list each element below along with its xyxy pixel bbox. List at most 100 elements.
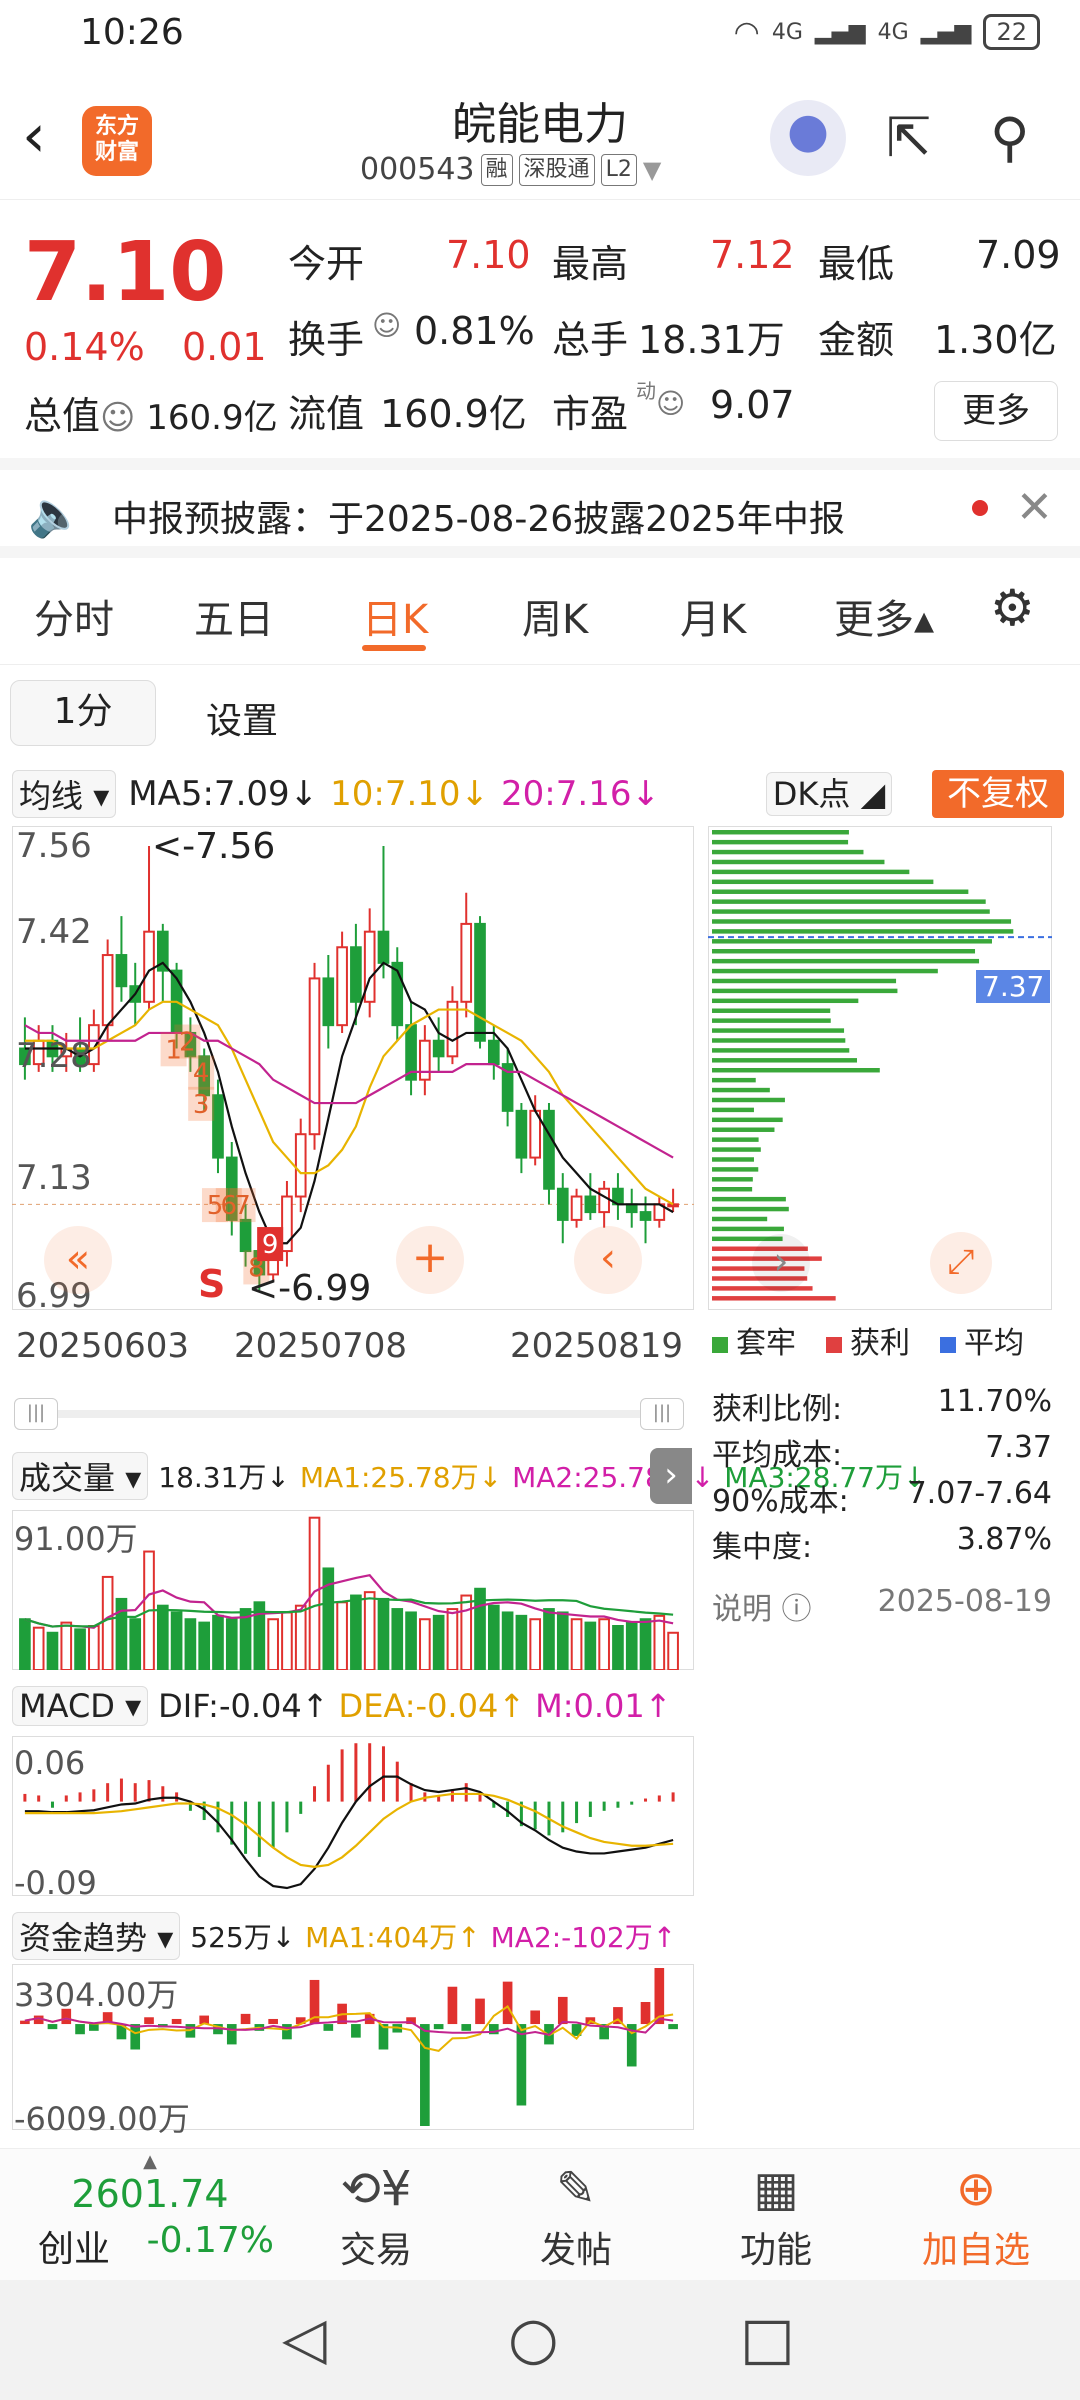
info-icon[interactable]: ☺ (372, 309, 401, 342)
candle-body (572, 1197, 582, 1220)
system-nav-bar: ◁ ○ □ (0, 2280, 1080, 2400)
fund-select-label: 资金趋势 (19, 1919, 147, 1957)
range-handle-right[interactable]: ||| (640, 1398, 684, 1430)
volume-bar (48, 1633, 58, 1670)
assistant-avatar[interactable] (770, 100, 846, 176)
macd-select[interactable]: MACD ▾ (12, 1686, 148, 1726)
candle-body (241, 1220, 251, 1251)
battery-icon: 22 (983, 14, 1040, 50)
chip-bar (712, 969, 938, 973)
range-handle-left[interactable]: ||| (14, 1398, 58, 1430)
tab-more[interactable]: 更多▴ (834, 587, 934, 645)
post-button[interactable]: ✎ 发帖 (476, 2149, 676, 2273)
legend-label: 平均 (964, 1326, 1024, 1361)
active-tab-indicator (362, 645, 426, 651)
ma-select[interactable]: 均线 ▾ (12, 770, 116, 818)
candle-body (475, 924, 485, 1041)
nav-recents-icon[interactable]: □ (740, 2304, 795, 2372)
candle-body (144, 932, 154, 1002)
expand-arrow-icon[interactable]: › (650, 1448, 692, 1504)
more-button[interactable]: 更多 (934, 381, 1058, 441)
amount-value: 1.30亿 (934, 309, 1057, 364)
volume-bar (20, 1619, 30, 1670)
dk-point-select[interactable]: DK点 ◢ (766, 772, 892, 816)
fund-current: 525万↓ (190, 1916, 295, 1956)
macd-y-label: 0.06 (14, 1744, 85, 1782)
add-watchlist-button[interactable]: ⊕ 加自选 (876, 2149, 1076, 2273)
fund-ma1: MA1:404万↑ (305, 1916, 480, 1956)
fund-select[interactable]: 资金趋势 ▾ (12, 1912, 180, 1960)
chip-bar (712, 1137, 759, 1141)
volume-bar (130, 1619, 140, 1670)
unread-dot (972, 500, 988, 516)
chip-bar (712, 1028, 844, 1032)
candle-body (323, 978, 333, 1025)
tab-five-day[interactable]: 五日 (194, 587, 274, 645)
nav-back-icon[interactable]: ◁ (282, 2304, 327, 2372)
info-icon[interactable]: ⓘ (782, 1592, 812, 1627)
search-icon[interactable]: ⚲ (990, 106, 1030, 169)
candle-body (337, 947, 347, 1025)
yen-refresh-icon: ⟲¥ (276, 2161, 476, 2217)
row-label: 获利比例: (712, 1384, 842, 1428)
macd-dif: DIF:-0.04↑ (158, 1687, 328, 1725)
kline-y-label: 7.13 (16, 1158, 92, 1198)
chip-bar (712, 919, 1011, 923)
chip-bar (712, 1147, 761, 1151)
note-row[interactable]: 说明 ⓘ 2025-08-19 (712, 1584, 1052, 1628)
legend-profit: 获利 (826, 1318, 910, 1362)
candle-body (420, 1041, 430, 1080)
chip-bar (712, 1038, 845, 1042)
volume-bar (227, 1619, 237, 1670)
chip-bar (712, 949, 975, 953)
legend-trapped: 套牢 (712, 1318, 796, 1362)
plus-circle-icon: ⊕ (876, 2161, 1076, 2217)
fund-bar (641, 2002, 651, 2024)
candle-body (213, 1095, 223, 1157)
gear-icon[interactable]: ⚙ (990, 579, 1035, 637)
share-icon[interactable]: ⇱ (886, 106, 931, 169)
low-label: 最低 (818, 233, 894, 288)
tab-weekly-k[interactable]: 周K (522, 587, 588, 645)
scroll-left-icon[interactable]: ‹ (574, 1226, 642, 1294)
row-label: 集中度: (712, 1522, 812, 1566)
note-text: 说明 (712, 1592, 772, 1627)
tab-monthly-k[interactable]: 月K (680, 587, 746, 645)
bottom-toolbar: ▲ 2601.74 创业 -0.17% ⟲¥ 交易 ✎ 发帖 ▦ 功能 ⊕ 加自… (0, 2148, 1080, 2280)
dropdown-icon[interactable]: ▼ (643, 156, 661, 184)
scroll-left-fast-icon[interactable]: « (44, 1226, 112, 1294)
chip-bar (712, 1187, 752, 1191)
chip-distribution-chart[interactable] (708, 826, 1052, 1310)
fund-bar (172, 2019, 182, 2024)
ma5-value: MA5:7.09↓ (128, 774, 318, 814)
ma-legend: 均线 ▾ MA5:7.09↓ 10:7.10↓ 20:7.16↓ (12, 770, 660, 818)
range-track[interactable] (14, 1410, 684, 1418)
chip-bar (712, 1296, 836, 1300)
expand-icon[interactable]: ⤢ (930, 1232, 992, 1294)
close-icon[interactable]: ✕ (1016, 482, 1053, 533)
volume-bar (461, 1596, 471, 1670)
volume-select[interactable]: 成交量 ▾ (12, 1452, 148, 1500)
adjust-toggle[interactable]: 不复权 (932, 770, 1064, 818)
tab-intraday[interactable]: 分时 (34, 587, 114, 645)
chip-bar (712, 1217, 767, 1221)
nav-home-icon[interactable]: ○ (508, 2304, 559, 2372)
chip-bar (712, 830, 849, 834)
notice-bar[interactable]: 🔈 中报预披露：于2025-08-26披露2025年中报 ✕ (0, 458, 1080, 558)
fund-bar (503, 1982, 513, 2024)
period-select[interactable]: 1分 (10, 680, 156, 746)
volume-bar (420, 1619, 430, 1670)
info-icon[interactable]: ☺ (656, 387, 685, 420)
settings-link[interactable]: 设置 (206, 692, 278, 744)
trade-button[interactable]: ⟲¥ 交易 (276, 2149, 476, 2273)
info-icon[interactable]: ☺ (100, 398, 135, 438)
index-ticker[interactable]: ▲ 2601.74 创业 -0.17% (20, 2149, 280, 2272)
fund-bar (530, 2010, 540, 2024)
tab-daily-k[interactable]: 日K (362, 587, 428, 645)
functions-button[interactable]: ▦ 功能 (676, 2149, 876, 2273)
zoom-in-icon[interactable]: + (396, 1226, 464, 1294)
candle-body (627, 1204, 637, 1212)
caret-up-icon: ▲ (20, 2151, 280, 2172)
stock-subtitle[interactable]: 000543 融 深股通 L2 ▼ (360, 152, 661, 187)
chevron-right-icon[interactable]: › (752, 1234, 810, 1292)
